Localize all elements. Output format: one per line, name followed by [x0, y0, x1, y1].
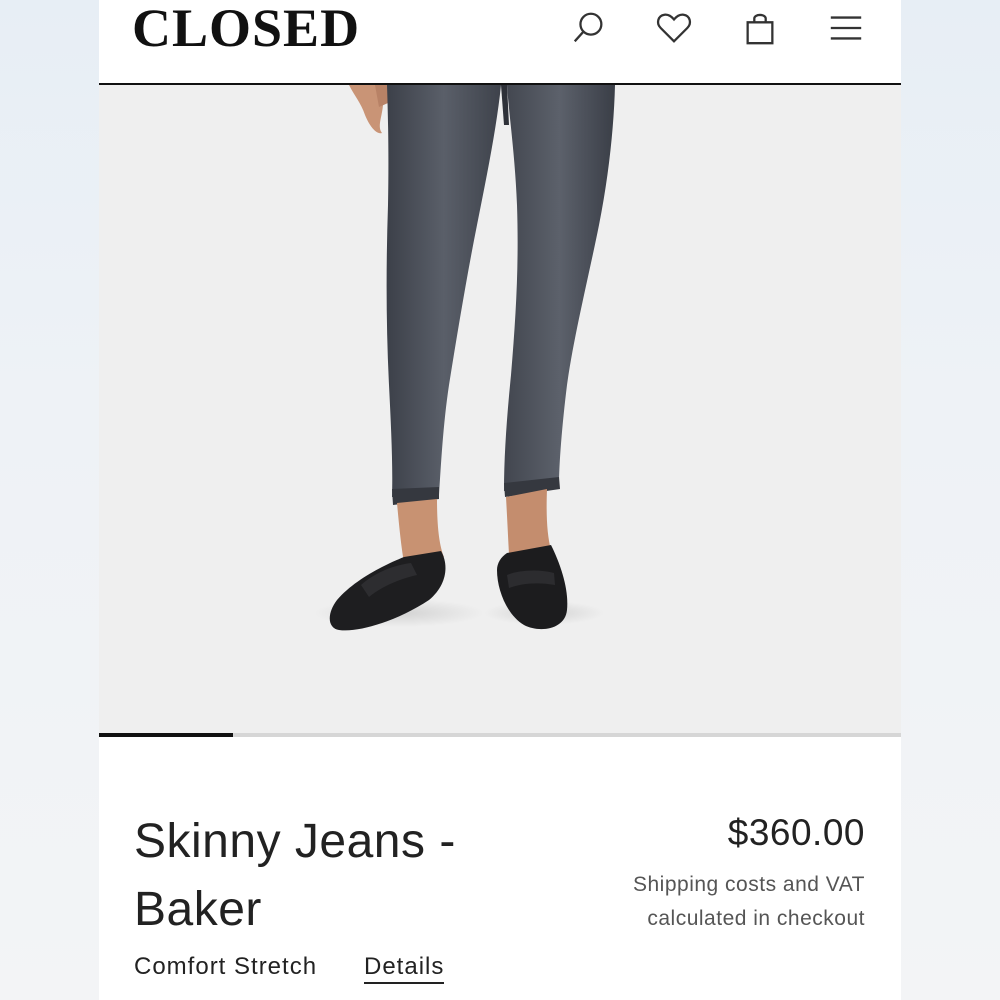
search-icon[interactable]: [569, 8, 609, 48]
shopping-bag-icon[interactable]: [740, 8, 780, 48]
product-image[interactable]: [99, 85, 901, 734]
brand-logo[interactable]: CLOSED: [132, 0, 360, 56]
heart-icon[interactable]: [654, 8, 694, 48]
details-link[interactable]: Details: [364, 953, 445, 984]
menu-icon[interactable]: [826, 8, 866, 48]
product-price: $360.00: [727, 812, 865, 853]
jeans-illustration: [314, 85, 615, 631]
app-frame: CLOSED Skinny Jeans - Baker $360.00 Ship…: [99, 0, 901, 1000]
fit-label: Comfort Stretch: [134, 953, 318, 980]
site-header: CLOSED: [99, 0, 901, 85]
gallery-progress-bar: [99, 733, 901, 737]
shipping-note: Shipping costs and VAT calculated in che…: [632, 873, 865, 930]
gallery-progress-fill: [99, 733, 233, 737]
product-title: Skinny Jeans - Baker: [134, 815, 456, 936]
